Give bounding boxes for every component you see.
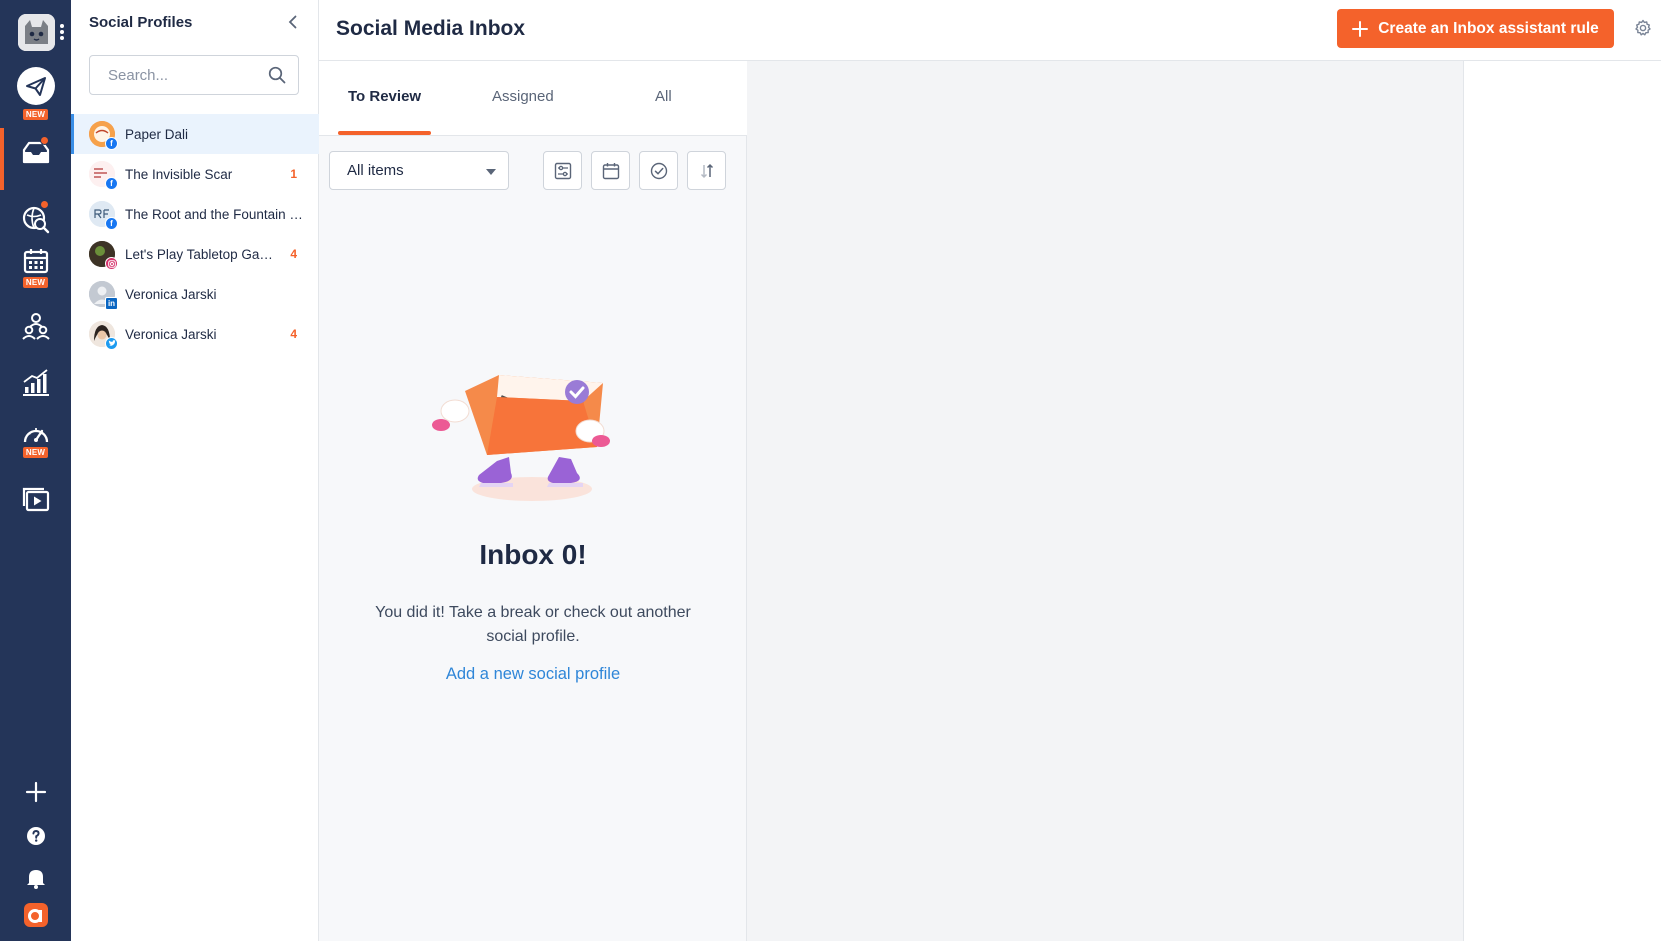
profile-avatar	[89, 321, 118, 350]
tab-assigned[interactable]: Assigned	[492, 88, 554, 105]
empty-state-title: Inbox 0!	[479, 539, 587, 570]
profile-item[interactable]: f The Invisible Scar 1	[71, 154, 319, 194]
facebook-icon: f	[105, 177, 118, 190]
nav-app-logo[interactable]	[0, 902, 71, 928]
nav-help[interactable]	[0, 826, 71, 846]
empty-inbox-illustration	[432, 375, 610, 501]
nav-rail: NEW NEW NEW	[0, 0, 71, 941]
profile-item[interactable]: Let's Play Tabletop Ga… 4	[71, 234, 319, 274]
profile-name: Let's Play Tabletop Ga…	[125, 246, 273, 262]
sort-button[interactable]	[687, 151, 726, 190]
profile-item[interactable]: in Veronica Jarski	[71, 274, 319, 314]
create-inbox-rule-button[interactable]: Create an Inbox assistant rule	[1337, 9, 1614, 48]
instagram-icon	[105, 257, 118, 270]
nav-media-library[interactable]	[0, 486, 71, 512]
profile-avatar: f	[89, 161, 118, 190]
unread-count: 1	[290, 167, 297, 181]
notification-dot	[40, 136, 49, 145]
nav-dashboards[interactable]: NEW	[0, 422, 71, 458]
tab-to-review[interactable]: To Review	[348, 88, 421, 105]
check-circle-icon	[650, 162, 667, 179]
profile-name: Veronica Jarski	[125, 286, 217, 302]
nav-notifications[interactable]	[0, 867, 71, 889]
notification-dot	[40, 200, 49, 209]
bell-icon	[26, 870, 45, 889]
context-side-pane	[1463, 61, 1661, 941]
profile-search-input[interactable]	[90, 56, 260, 94]
profile-name: The Invisible Scar	[125, 166, 233, 182]
linkedin-icon: in	[105, 297, 118, 310]
compose-send-icon	[16, 67, 55, 105]
items-filter-value: All items	[347, 162, 404, 179]
calendar-icon	[23, 249, 48, 274]
calendar-icon	[602, 162, 619, 179]
help-icon	[26, 827, 45, 845]
twitter-icon	[105, 337, 118, 350]
add-social-profile-link[interactable]: Add a new social profile	[319, 665, 747, 684]
new-badge: NEW	[22, 447, 49, 458]
tab-all[interactable]: All	[655, 88, 672, 105]
nav-inbox[interactable]	[0, 136, 71, 166]
cat-avatar-icon	[18, 14, 55, 51]
plus-icon	[1352, 20, 1369, 37]
sort-icon	[700, 163, 713, 178]
nav-calendar[interactable]: NEW	[0, 248, 71, 288]
active-tab-indicator	[338, 131, 431, 135]
nav-listening[interactable]	[0, 200, 71, 234]
profile-list: f Paper Dali f The Invisible Scar 1 f Th…	[71, 114, 319, 354]
profile-item[interactable]: Veronica Jarski 4	[71, 314, 319, 354]
inbox-tabs: To Review Assigned All	[319, 61, 747, 136]
page-title: Social Media Inbox	[336, 17, 526, 40]
caret-down-icon	[486, 169, 496, 175]
profile-search	[89, 55, 299, 95]
profile-name: The Root and the Fountain …	[125, 206, 303, 222]
unread-count: 4	[290, 247, 297, 261]
facebook-icon: f	[105, 217, 118, 230]
date-filter-button[interactable]	[591, 151, 630, 190]
profile-name: Paper Dali	[125, 126, 189, 142]
chevron-left-icon[interactable]	[285, 14, 301, 30]
filter-settings-button[interactable]	[543, 151, 582, 190]
social-profiles-panel: Social Profiles f Paper Dali	[71, 0, 319, 941]
nav-analytics[interactable]	[0, 368, 71, 396]
profile-item[interactable]: f Paper Dali	[71, 114, 319, 154]
page-header: Social Media Inbox Create an Inbox assis…	[319, 0, 1661, 61]
unread-count: 4	[290, 327, 297, 341]
inbox-column: To Review Assigned All All items Inbox 0…	[319, 61, 747, 941]
profile-item[interactable]: f The Root and the Fountain …	[71, 194, 319, 234]
search-icon[interactable]	[268, 66, 286, 84]
message-detail-pane	[747, 61, 1463, 941]
nav-compose[interactable]: NEW	[0, 66, 71, 120]
filter-settings-icon	[554, 162, 571, 179]
nav-add[interactable]	[0, 781, 71, 803]
profile-avatar: f	[89, 121, 118, 150]
nav-team[interactable]	[0, 312, 71, 340]
media-library-icon	[22, 487, 49, 512]
add-icon	[25, 781, 46, 803]
facebook-icon: f	[105, 137, 118, 150]
new-badge: NEW	[22, 277, 49, 288]
dashboard-gauge-icon	[23, 428, 48, 443]
profile-avatar	[89, 241, 118, 270]
create-inbox-rule-label: Create an Inbox assistant rule	[1378, 19, 1599, 37]
empty-state-text: You did it! Take a break or check out an…	[375, 604, 691, 645]
user-avatar[interactable]	[18, 14, 55, 51]
gear-icon[interactable]	[1634, 19, 1652, 37]
profile-avatar: f	[89, 201, 118, 230]
more-menu-icon[interactable]	[60, 24, 64, 40]
profile-name: Veronica Jarski	[125, 326, 217, 342]
mark-done-button[interactable]	[639, 151, 678, 190]
new-badge: NEW	[22, 109, 49, 120]
analytics-icon	[22, 369, 49, 396]
team-icon	[21, 313, 50, 340]
profile-avatar: in	[89, 281, 118, 310]
panel-title: Social Profiles	[89, 14, 193, 31]
app-logo-icon	[23, 903, 48, 927]
items-filter-dropdown[interactable]: All items	[329, 151, 509, 190]
